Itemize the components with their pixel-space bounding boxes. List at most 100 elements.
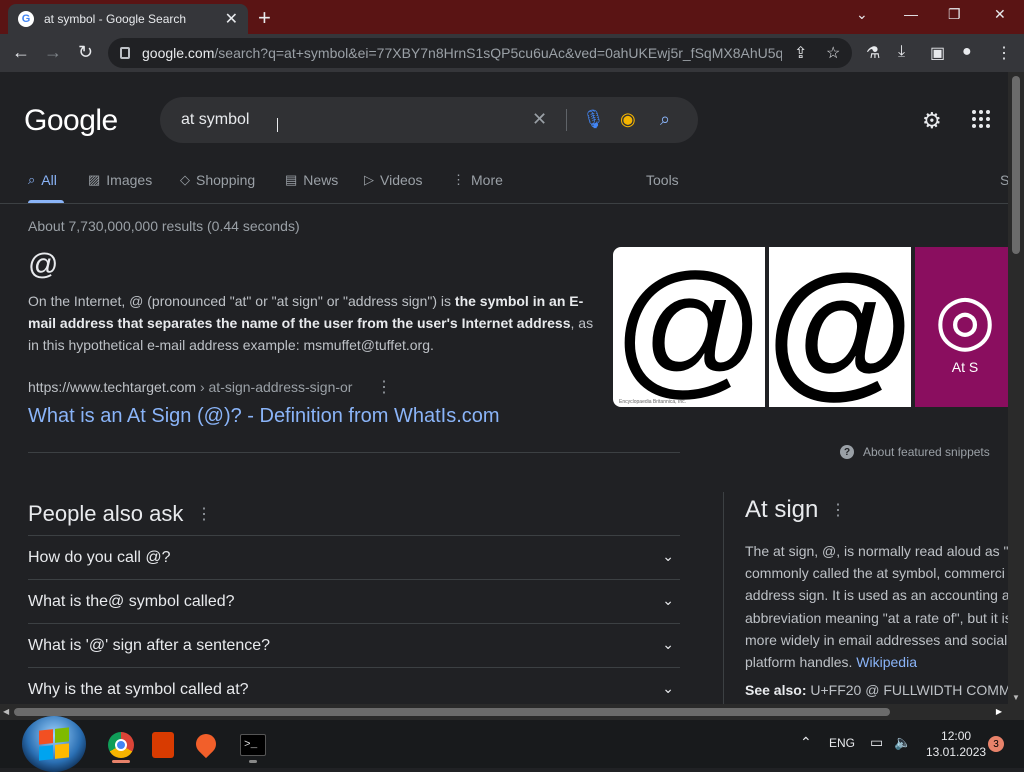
play-icon: ▷ bbox=[364, 172, 374, 187]
chevron-down-icon: ⌄ bbox=[662, 680, 674, 696]
chevron-down-icon: ⌄ bbox=[662, 636, 674, 652]
search-icon[interactable]: ⌕ bbox=[660, 109, 670, 130]
microphone-icon[interactable]: 🎙 bbox=[582, 109, 605, 130]
language-indicator[interactable]: ENG bbox=[829, 736, 855, 750]
network-icon[interactable]: ▭ bbox=[870, 734, 883, 751]
chrome-active-indicator bbox=[112, 760, 130, 763]
window-close-icon[interactable]: ✕ bbox=[994, 6, 1006, 23]
at-sign-image-1[interactable]: @ Encyclopaedia Britannica, Inc. bbox=[613, 247, 765, 407]
horizontal-scroll-thumb[interactable] bbox=[14, 708, 890, 716]
scroll-left-arrow-icon[interactable]: ◀ bbox=[3, 707, 9, 716]
result-title-link[interactable]: What is an At Sign (@)? - Definition fro… bbox=[28, 405, 500, 428]
taskbar-clock[interactable]: 12:00 13.01.2023 bbox=[926, 728, 986, 760]
office-taskbar-icon[interactable] bbox=[152, 732, 174, 758]
kp-more-options-icon[interactable]: ⋮ bbox=[830, 500, 846, 520]
tag-icon: ◇ bbox=[180, 172, 190, 187]
chevron-down-icon: ⌄ bbox=[662, 592, 674, 608]
settings-gear-icon[interactable]: ⚙ bbox=[922, 108, 942, 134]
at-sign-image-3[interactable]: ◎ At S bbox=[915, 247, 1008, 407]
scroll-right-arrow-icon[interactable]: ▶ bbox=[996, 707, 1002, 716]
knowledge-panel-divider bbox=[723, 492, 724, 704]
news-icon: ▤ bbox=[285, 172, 298, 187]
image-icon: ▨ bbox=[88, 172, 101, 187]
bookmark-star-icon[interactable]: ☆ bbox=[826, 43, 840, 63]
tab-more[interactable]: ⋮ More bbox=[452, 172, 503, 188]
image-3-label: At S bbox=[951, 359, 979, 375]
tab-videos[interactable]: ▷ Videos bbox=[364, 172, 423, 188]
about-featured-snippets[interactable]: ? About featured snippets bbox=[840, 445, 990, 459]
scroll-down-arrow-icon[interactable]: ▼ bbox=[1012, 693, 1020, 702]
vertical-scroll-thumb[interactable] bbox=[1012, 76, 1020, 254]
forward-arrow-icon[interactable]: → bbox=[44, 42, 62, 63]
help-icon: ? bbox=[840, 445, 854, 459]
result-more-options-icon[interactable]: ⋮ bbox=[376, 377, 392, 397]
paa-question[interactable]: What is the@ symbol called? ⌄ bbox=[28, 579, 680, 623]
tab-all[interactable]: ⌕ All bbox=[28, 172, 57, 188]
image-caption: Encyclopaedia Britannica, Inc. bbox=[619, 399, 686, 405]
knowledge-panel-description: The at sign, @, is normally read aloud a… bbox=[745, 543, 1008, 671]
terminal-running-indicator bbox=[249, 760, 257, 763]
url-text[interactable]: google.com/search?q=at+symbol&ei=77XBY7n… bbox=[142, 45, 782, 61]
paa-question[interactable]: What is '@' sign after a sentence? ⌄ bbox=[28, 623, 680, 667]
text-cursor bbox=[277, 118, 279, 132]
result-stats: About 7,730,000,000 results (0.44 second… bbox=[28, 218, 300, 234]
tab-search-chevron-icon[interactable]: ⌄ bbox=[856, 6, 868, 23]
tab-title: at symbol - Google Search bbox=[44, 12, 187, 26]
featured-snippet-text: On the Internet, @ (pronounced "at" or "… bbox=[28, 293, 594, 353]
back-arrow-icon[interactable]: ← bbox=[12, 42, 30, 63]
at-ring-graphic: ◎ bbox=[934, 280, 996, 358]
notification-badge[interactable]: 3 bbox=[988, 736, 1004, 752]
google-lens-icon[interactable]: ◉ bbox=[620, 109, 636, 130]
side-panel-icon[interactable]: ▣ bbox=[930, 43, 945, 63]
snippet-divider bbox=[28, 452, 680, 453]
tab-shopping[interactable]: ◇ Shopping bbox=[180, 172, 255, 188]
clear-search-icon[interactable]: ✕ bbox=[532, 109, 547, 130]
more-dots-icon: ⋮ bbox=[452, 172, 465, 187]
featured-images: @ Encyclopaedia Britannica, Inc. @ ◎ At S bbox=[613, 247, 1008, 407]
paa-question[interactable]: How do you call @? ⌄ bbox=[28, 535, 680, 579]
address-bar[interactable]: google.com/search?q=at+symbol&ei=77XBY7n… bbox=[108, 38, 852, 68]
result-cite-url[interactable]: https://www.techtarget.com › at-sign-add… bbox=[28, 379, 352, 395]
chrome-taskbar-icon[interactable] bbox=[108, 732, 134, 758]
minimize-icon[interactable]: — bbox=[904, 6, 918, 22]
featured-answer: @ bbox=[28, 248, 59, 281]
profile-avatar-icon[interactable]: ● bbox=[962, 43, 972, 61]
lock-icon[interactable] bbox=[120, 47, 130, 59]
vertical-scrollbar[interactable]: ▼ bbox=[1008, 72, 1024, 704]
tab-safesearch[interactable]: S bbox=[1000, 172, 1008, 188]
reload-icon[interactable]: ↻ bbox=[78, 42, 93, 63]
volume-icon[interactable]: 🔈 bbox=[894, 734, 911, 751]
tab-news[interactable]: ▤ News bbox=[285, 172, 338, 188]
search-results-page: Google at symbol ✕ 🎙 ◉ ⌕ ⚙ ⌕ All ▨ Images … bbox=[0, 72, 1008, 704]
labs-flask-icon[interactable]: ⚗ bbox=[866, 43, 880, 63]
terminal-taskbar-icon[interactable]: >_ bbox=[240, 734, 266, 756]
browser-tab[interactable]: G at symbol - Google Search ✕ bbox=[8, 4, 248, 34]
chevron-down-icon: ⌄ bbox=[662, 548, 674, 564]
paa-question[interactable]: Why is the at symbol called at? ⌄ bbox=[28, 667, 680, 704]
wikipedia-link[interactable]: Wikipedia bbox=[856, 654, 917, 670]
search-divider bbox=[566, 109, 567, 131]
google-logo[interactable]: Google bbox=[24, 104, 118, 138]
google-apps-icon[interactable] bbox=[972, 110, 990, 128]
search-input[interactable]: at symbol bbox=[181, 111, 249, 129]
tab-close-icon[interactable]: ✕ bbox=[225, 9, 238, 29]
horizontal-scrollbar[interactable]: ◀ ▶ bbox=[0, 704, 1008, 720]
share-icon[interactable]: ⇪ bbox=[794, 43, 807, 63]
download-icon[interactable]: ⤓ bbox=[898, 43, 905, 61]
tools-button[interactable]: Tools bbox=[646, 172, 679, 188]
tray-chevron-up-icon[interactable]: ⌃ bbox=[800, 734, 812, 751]
knowledge-panel-see-also: See also: U+FF20 @ FULLWIDTH COMMERC bbox=[745, 682, 1008, 698]
people-also-ask-title: People also ask bbox=[28, 501, 184, 526]
browser-menu-icon[interactable]: ⋮ bbox=[996, 43, 1012, 63]
at-sign-image-2[interactable]: @ bbox=[767, 247, 913, 407]
browser-toolbar: ← → ↻ google.com/search?q=at+symbol&ei=7… bbox=[0, 34, 1024, 72]
paa-more-options-icon[interactable]: ⋮ bbox=[196, 504, 212, 524]
windows-logo-icon bbox=[39, 727, 69, 761]
restore-icon[interactable]: ❐ bbox=[948, 6, 961, 23]
google-favicon-icon: G bbox=[18, 11, 34, 27]
start-button[interactable] bbox=[22, 716, 86, 772]
tabs-divider bbox=[0, 203, 1008, 204]
tab-images[interactable]: ▨ Images bbox=[88, 172, 152, 188]
search-box[interactable]: at symbol ✕ 🎙 ◉ ⌕ bbox=[160, 97, 698, 143]
new-tab-plus-icon[interactable]: + bbox=[258, 5, 271, 31]
